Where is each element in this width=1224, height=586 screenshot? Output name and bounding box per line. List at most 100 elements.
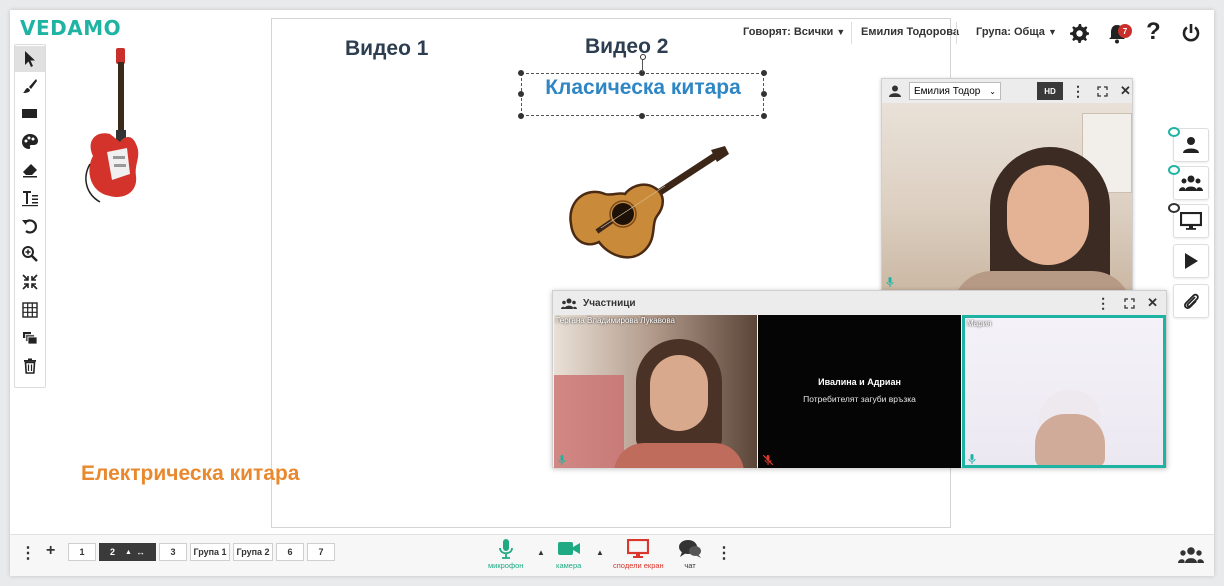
- video-user-select-value: Емилия Тодор: [914, 85, 981, 97]
- caret-up-icon[interactable]: ▲: [596, 548, 604, 557]
- close-icon[interactable]: ✕: [1120, 83, 1131, 99]
- layers-tool-icon[interactable]: [15, 325, 45, 351]
- more-options-icon[interactable]: ⋮: [716, 543, 732, 563]
- mic-on-icon: [968, 454, 976, 464]
- trash-tool-icon[interactable]: [15, 353, 45, 379]
- vedamo-logo: VEDAMO: [20, 16, 122, 40]
- swap-arrows-icon[interactable]: ↔: [136, 547, 145, 557]
- eraser-tool-icon[interactable]: [15, 157, 45, 183]
- caret-up-icon[interactable]: ▲: [125, 549, 132, 556]
- page-tab[interactable]: 6: [276, 543, 304, 561]
- power-logout-icon[interactable]: [1179, 21, 1203, 45]
- media-play-button[interactable]: [1173, 244, 1209, 278]
- camera-button[interactable]: камера: [556, 539, 581, 570]
- group-dropdown[interactable]: Група: Обща ▼: [976, 26, 1057, 38]
- connection-lost-status: Потребителят загуби връзка: [803, 394, 916, 404]
- user-name: Емилия Тодорова: [861, 26, 959, 38]
- page-tab[interactable]: 7: [307, 543, 335, 561]
- text-tool-icon[interactable]: [15, 185, 45, 211]
- select-tool-icon[interactable]: [15, 46, 45, 72]
- user-icon: [889, 85, 901, 97]
- grid-tool-icon[interactable]: [15, 297, 45, 323]
- page-tab[interactable]: 1: [68, 543, 96, 561]
- speakers-dropdown[interactable]: Говорят: Всички ▼: [743, 26, 845, 38]
- fullscreen-icon[interactable]: [1124, 297, 1135, 309]
- page-number: 2: [110, 547, 116, 557]
- face-shape: [1007, 165, 1089, 265]
- attachments-button[interactable]: [1173, 284, 1209, 318]
- classical-guitar-label[interactable]: Класическа китара: [524, 76, 762, 100]
- camera-label: камера: [556, 561, 582, 570]
- microphone-icon: [498, 539, 513, 559]
- video-user-select[interactable]: Емилия Тодор ⌄: [909, 82, 1001, 100]
- resize-handle[interactable]: [761, 70, 767, 76]
- resize-handle[interactable]: [761, 91, 767, 97]
- chevron-down-icon: ⌄: [989, 86, 996, 96]
- more-options-icon[interactable]: ⋮: [1096, 295, 1110, 312]
- caret-up-icon[interactable]: ▲: [537, 548, 545, 557]
- participant-tile[interactable]: Ивалина и Адриан Потребителят загуби връ…: [758, 315, 961, 468]
- undo-tool-icon[interactable]: [15, 213, 45, 239]
- resize-handle[interactable]: [518, 113, 524, 119]
- face-shape: [1035, 414, 1105, 465]
- fullscreen-icon[interactable]: [1097, 85, 1108, 97]
- video1-label[interactable]: Видео 1: [345, 37, 428, 61]
- shape-tool-icon[interactable]: [15, 101, 45, 127]
- notification-count-badge: 7: [1118, 24, 1132, 38]
- mic-on-icon: [558, 455, 566, 465]
- microphone-button[interactable]: микрофон: [488, 539, 523, 570]
- brush-tool-icon[interactable]: [15, 73, 45, 99]
- resize-handle[interactable]: [518, 91, 524, 97]
- more-options-icon[interactable]: ⋮: [1071, 83, 1085, 100]
- electric-guitar-label[interactable]: Електрическа китара: [81, 462, 299, 486]
- chat-button[interactable]: чат: [678, 539, 702, 570]
- camera-icon: [557, 542, 580, 555]
- participant-name: Мария: [967, 319, 992, 328]
- settings-gear-icon[interactable]: [1067, 22, 1091, 44]
- users-group-icon: [561, 298, 577, 309]
- group-label: Група: Обща: [976, 26, 1045, 38]
- resize-handle[interactable]: [518, 70, 524, 76]
- caret-down-icon: ▼: [1047, 27, 1057, 37]
- participant-tile[interactable]: Гергана Владимирова Лукавова: [554, 315, 757, 468]
- electric-guitar-image: [80, 46, 146, 208]
- chat-bubble-icon: [1168, 203, 1180, 213]
- users-group-icon[interactable]: [1178, 546, 1204, 564]
- resize-handle[interactable]: [639, 113, 645, 119]
- page-tab-group1[interactable]: Група 1: [190, 543, 230, 561]
- user-view-button[interactable]: [1168, 127, 1209, 162]
- participant-tile-active[interactable]: Мария: [962, 315, 1166, 468]
- share-screen-button[interactable]: сподели екран: [613, 539, 664, 570]
- rotate-handle[interactable]: [640, 54, 646, 60]
- palette-tool-icon[interactable]: [15, 129, 45, 155]
- hd-quality-button[interactable]: HD: [1037, 82, 1063, 100]
- microphone-label: микрофон: [488, 561, 524, 570]
- add-page-icon[interactable]: +: [46, 542, 55, 560]
- app-window: VEDAMO Видео 1 Видео 2 Класическа китара…: [10, 10, 1214, 576]
- video2-label[interactable]: Видео 2: [585, 35, 668, 59]
- chat-bubble-icon: [1168, 127, 1180, 137]
- fit-screen-tool-icon[interactable]: [15, 269, 45, 295]
- paperclip-icon: [1184, 293, 1199, 309]
- divider: [851, 22, 852, 44]
- page-tab-group2[interactable]: Група 2: [233, 543, 273, 561]
- participants-view-button[interactable]: [1168, 165, 1209, 200]
- chat-bubble-icon: [1168, 165, 1180, 175]
- shoulders-shape: [952, 271, 1132, 291]
- speakers-label: Говорят: Всички: [743, 26, 834, 38]
- resize-handle[interactable]: [761, 113, 767, 119]
- share-screen-monitor-icon: [627, 539, 650, 558]
- drawing-toolbar: [14, 44, 46, 388]
- main-video-panel: Емилия Тодор ⌄ HD ⋮ ✕: [881, 78, 1133, 292]
- help-question-icon[interactable]: ?: [1146, 18, 1161, 46]
- screen-share-view-button[interactable]: [1168, 203, 1209, 238]
- classical-guitar-image[interactable]: [565, 146, 730, 268]
- notifications-bell-icon[interactable]: 7: [1104, 22, 1132, 46]
- play-icon: [1185, 253, 1198, 269]
- page-tab-active[interactable]: 2 ▲ ↔: [99, 543, 156, 561]
- page-tab[interactable]: 3: [159, 543, 187, 561]
- zoom-tool-icon[interactable]: [15, 241, 45, 267]
- mic-muted-icon: [763, 455, 773, 465]
- close-icon[interactable]: ✕: [1147, 295, 1158, 311]
- more-options-icon[interactable]: ⋮: [20, 543, 36, 563]
